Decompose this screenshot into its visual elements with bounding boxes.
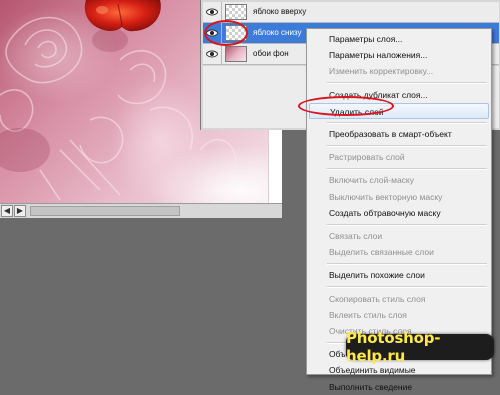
menu-item-13[interactable]: Создать обтравочную маску [307, 205, 491, 221]
triangle-right-icon[interactable]: ▶ [14, 205, 26, 217]
menu-item-26[interactable]: Выполнить сведение [307, 379, 491, 395]
menu-item-2: Изменить корректировку... [329, 66, 434, 77]
eye-icon[interactable] [203, 44, 222, 64]
triangle-left-icon[interactable]: ◀ [1, 205, 13, 217]
menu-item-21: Вклеить стиль слоя [329, 309, 407, 320]
scrollbar-thumb[interactable] [30, 206, 180, 216]
layer-row-apple-top[interactable]: яблоко вверху [203, 2, 499, 23]
menu-item-20: Скопировать стиль слоя [329, 293, 426, 304]
layer-thumbnail [225, 4, 247, 20]
menu-separator [327, 223, 487, 226]
menu-item-16: Выделить связанные слои [329, 247, 434, 258]
eye-icon[interactable] [203, 2, 222, 22]
menu-item-12: Выключить векторную маску [329, 191, 443, 202]
watermark-text: Photoshop-help.ru [346, 329, 441, 365]
apple-image [78, 0, 168, 34]
menu-separator [327, 121, 487, 124]
layer-context-menu: Параметры слоя... Параметры наложения... И… [306, 28, 492, 392]
layer-name: яблоко вверху [253, 7, 307, 16]
horizontal-scrollbar[interactable]: ◀ ▶ [0, 203, 282, 218]
menu-separator [327, 262, 487, 265]
annotation-ellipse-delete [298, 96, 394, 116]
menu-separator [327, 167, 487, 170]
menu-item-7[interactable]: Преобразовать в смарт-объект [307, 126, 491, 142]
menu-item-11: Включить слой-маску [329, 175, 414, 186]
menu-separator [327, 286, 487, 289]
watermark-badge: Photoshop-help.ru [346, 329, 494, 365]
annotation-ellipse-layer [204, 20, 248, 46]
menu-item-15: Связать слои [329, 231, 383, 241]
layer-name: яблоко снизу [253, 28, 302, 37]
layer-name: обои фон [253, 49, 289, 58]
menu-separator [327, 144, 487, 147]
menu-separator [327, 82, 487, 85]
menu-item-18[interactable]: Выделить похожие слои [307, 267, 491, 283]
layer-thumbnail [225, 46, 247, 62]
menu-item-1[interactable]: Параметры наложения... [307, 47, 491, 63]
menu-item-0[interactable]: Параметры слоя... [307, 31, 491, 47]
menu-item-9: Растрировать слой [329, 152, 405, 163]
